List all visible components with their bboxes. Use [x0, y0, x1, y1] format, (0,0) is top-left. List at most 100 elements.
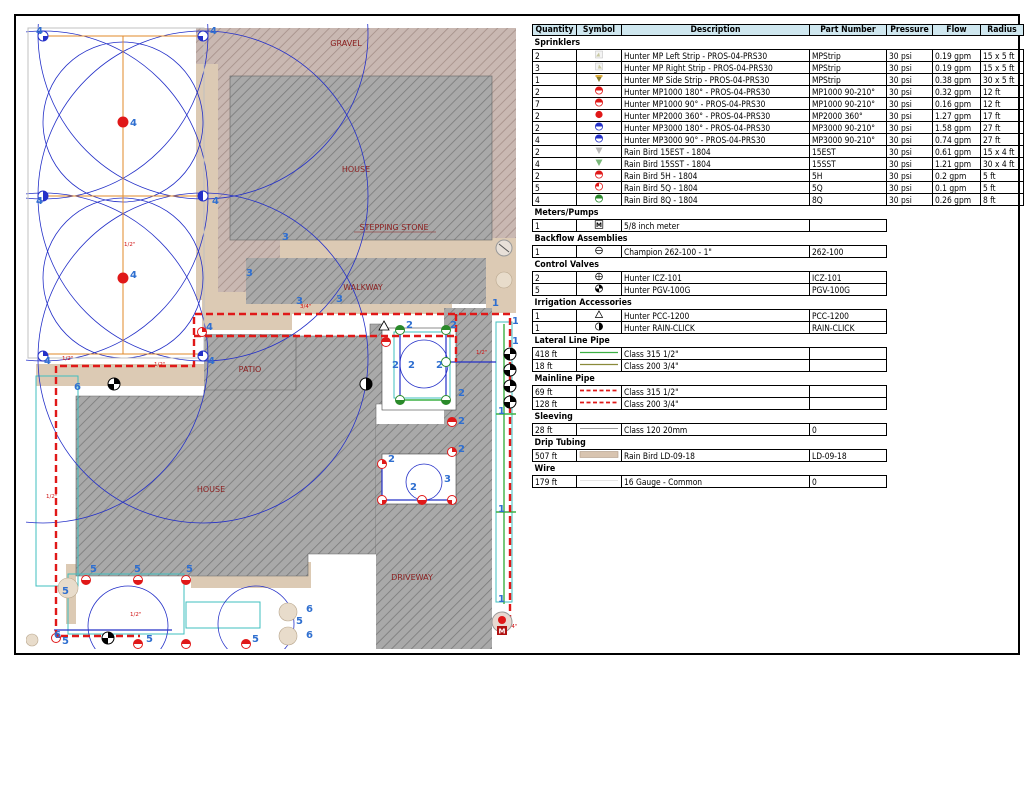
legend-section-title: Wire [533, 462, 1024, 476]
sprinkler-head-full[interactable] [117, 116, 129, 128]
row-quantity: 2 [532, 85, 577, 98]
pipe-label: 1/2" [62, 356, 73, 362]
section-title: Meters/Pumps [534, 208, 599, 218]
row-quantity: 418 ft [532, 347, 577, 360]
header-description: Description [621, 24, 810, 36]
pipe-label: 1/2" [476, 350, 487, 356]
zone-number: 2 [408, 360, 415, 371]
row-flow: 0.38 gpm [932, 73, 981, 86]
row-symbol [576, 85, 622, 98]
zone-number: 5 [146, 634, 153, 645]
row-description: 16 Gauge - Common [621, 475, 810, 488]
row-filler [887, 348, 1024, 360]
legend-row: 1 M 5/8 inch meter [532, 219, 1024, 232]
row-quantity: 69 ft [532, 385, 577, 398]
zone-number: 4 [36, 26, 43, 37]
legend-section-title: Sprinklers [533, 36, 1024, 50]
row-radius: 27 ft [980, 121, 1024, 134]
zone-number: 5 [186, 564, 193, 575]
legend-section-title: Backflow Assemblies [533, 232, 1024, 246]
row-description: Hunter ICZ-101 [621, 271, 810, 284]
row-quantity: 507 ft [532, 449, 577, 462]
row-pressure: 30 psi [886, 181, 933, 194]
legend-row: 2 Hunter MP2000 360° - PROS-04-PRS30 MP200… [532, 109, 1024, 122]
row-quantity: 2 [532, 145, 577, 158]
stepping-stone-label: STEPPING STONE [359, 223, 428, 232]
row-symbol [576, 449, 622, 462]
legend-header-row: Quantity Symbol Description Part Number … [532, 24, 1024, 36]
row-filler [887, 322, 1024, 334]
legend-section-title: Control Valves [533, 258, 1024, 272]
row-symbol [576, 397, 622, 410]
valve-pgv-symbol-icon [595, 284, 603, 293]
row-symbol [576, 97, 622, 110]
row-quantity: 2 [532, 169, 577, 182]
drip-symbol-icon [579, 451, 619, 458]
row-part-number: 15EST [809, 145, 887, 158]
row-part-number: PCC-1200 [809, 309, 887, 322]
zone-number: 4 [44, 356, 51, 367]
row-quantity: 4 [532, 133, 577, 146]
row-quantity: 128 ft [532, 397, 577, 410]
row-symbol [576, 121, 622, 134]
legend-row: 128 ft Class 200 3/4" [532, 397, 1024, 410]
section-title: Sprinklers [534, 38, 581, 48]
legend-section-title: Drip Tubing [533, 436, 1024, 450]
zone-number: 5 [90, 564, 97, 575]
row-filler [887, 246, 1024, 258]
row-symbol [576, 245, 622, 258]
row-radius: 8 ft [980, 193, 1024, 206]
row-symbol [576, 475, 622, 488]
row-part-number: RAIN-CLICK [809, 321, 887, 334]
row-flow: 1.58 gpm [932, 121, 981, 134]
zone-number: 4 [212, 196, 219, 207]
row-symbol [576, 145, 622, 158]
row-radius: 17 ft [980, 109, 1024, 122]
legend-row: 7 Hunter MP1000 90° - PROS-04-PRS30 MP1000… [532, 97, 1024, 110]
row-filler [887, 360, 1024, 372]
quarter-red-small-symbol-icon [595, 182, 603, 191]
row-description: Class 200 3/4" [621, 359, 810, 372]
tri-green-symbol-icon [595, 159, 603, 166]
row-quantity: 1 [532, 321, 577, 334]
meter-glyph: M [499, 628, 506, 636]
zone-number: 1 [512, 336, 518, 347]
zone-number: 3 [296, 296, 303, 307]
legend-row: 4 Rain Bird 15SST - 1804 15SST 30 psi 1.21 g… [532, 157, 1024, 170]
zone-number: 6 [74, 382, 81, 393]
quarter-green-symbol-icon [595, 194, 603, 203]
row-quantity: 1 [532, 219, 577, 232]
sprinkler-head-full[interactable] [117, 272, 129, 284]
row-symbol [576, 271, 622, 284]
legend-row: 1 Champion 262-100 - 1" 262-100 [532, 245, 1024, 258]
row-description: Hunter MP1000 90° - PROS-04-PRS30 [621, 97, 810, 110]
row-filler [887, 398, 1024, 410]
row-filler [887, 424, 1024, 436]
dash-red-symbol-icon [580, 401, 618, 404]
row-description: Hunter MP Right Strip - PROS-04-PRS30 [621, 61, 810, 74]
side-walk [196, 64, 218, 300]
row-part-number: 0 [809, 475, 887, 488]
row-quantity: 4 [532, 157, 577, 170]
svg-text:M: M [596, 222, 602, 229]
row-description: Hunter MP2000 360° - PROS-04-PRS30 [621, 109, 810, 122]
row-flow: 0.26 gpm [932, 193, 981, 206]
row-radius: 30 x 5 ft [980, 73, 1024, 86]
row-radius: 27 ft [980, 133, 1024, 146]
row-flow: 0.32 gpm [932, 85, 981, 98]
row-flow: 0.1 gpm [932, 181, 981, 194]
legend-row: 2 Rain Bird 5H - 1804 5H 30 psi 0.2 gpm 5 ft [532, 169, 1024, 182]
section-title: Wire [534, 464, 556, 474]
row-part-number: ICZ-101 [809, 271, 887, 284]
row-symbol [576, 385, 622, 398]
legend-row: 2 Hunter MP1000 180° - PROS-04-PRS30 MP100… [532, 85, 1024, 98]
house-top [229, 75, 493, 241]
header-flow: Flow [932, 24, 981, 36]
row-description: Hunter MP Side Strip - PROS-04-PRS30 [621, 73, 810, 86]
legend-row: 4 Rain Bird 8Q - 1804 8Q 30 psi 0.26 gpm 8 ft [532, 193, 1024, 206]
row-pressure: 30 psi [886, 157, 933, 170]
row-flow: 0.74 gpm [932, 133, 981, 146]
zone-number: 5 [62, 586, 69, 597]
row-description: Hunter MP3000 180° - PROS-04-PRS30 [621, 121, 810, 134]
backflow-symbol-icon [595, 246, 603, 255]
